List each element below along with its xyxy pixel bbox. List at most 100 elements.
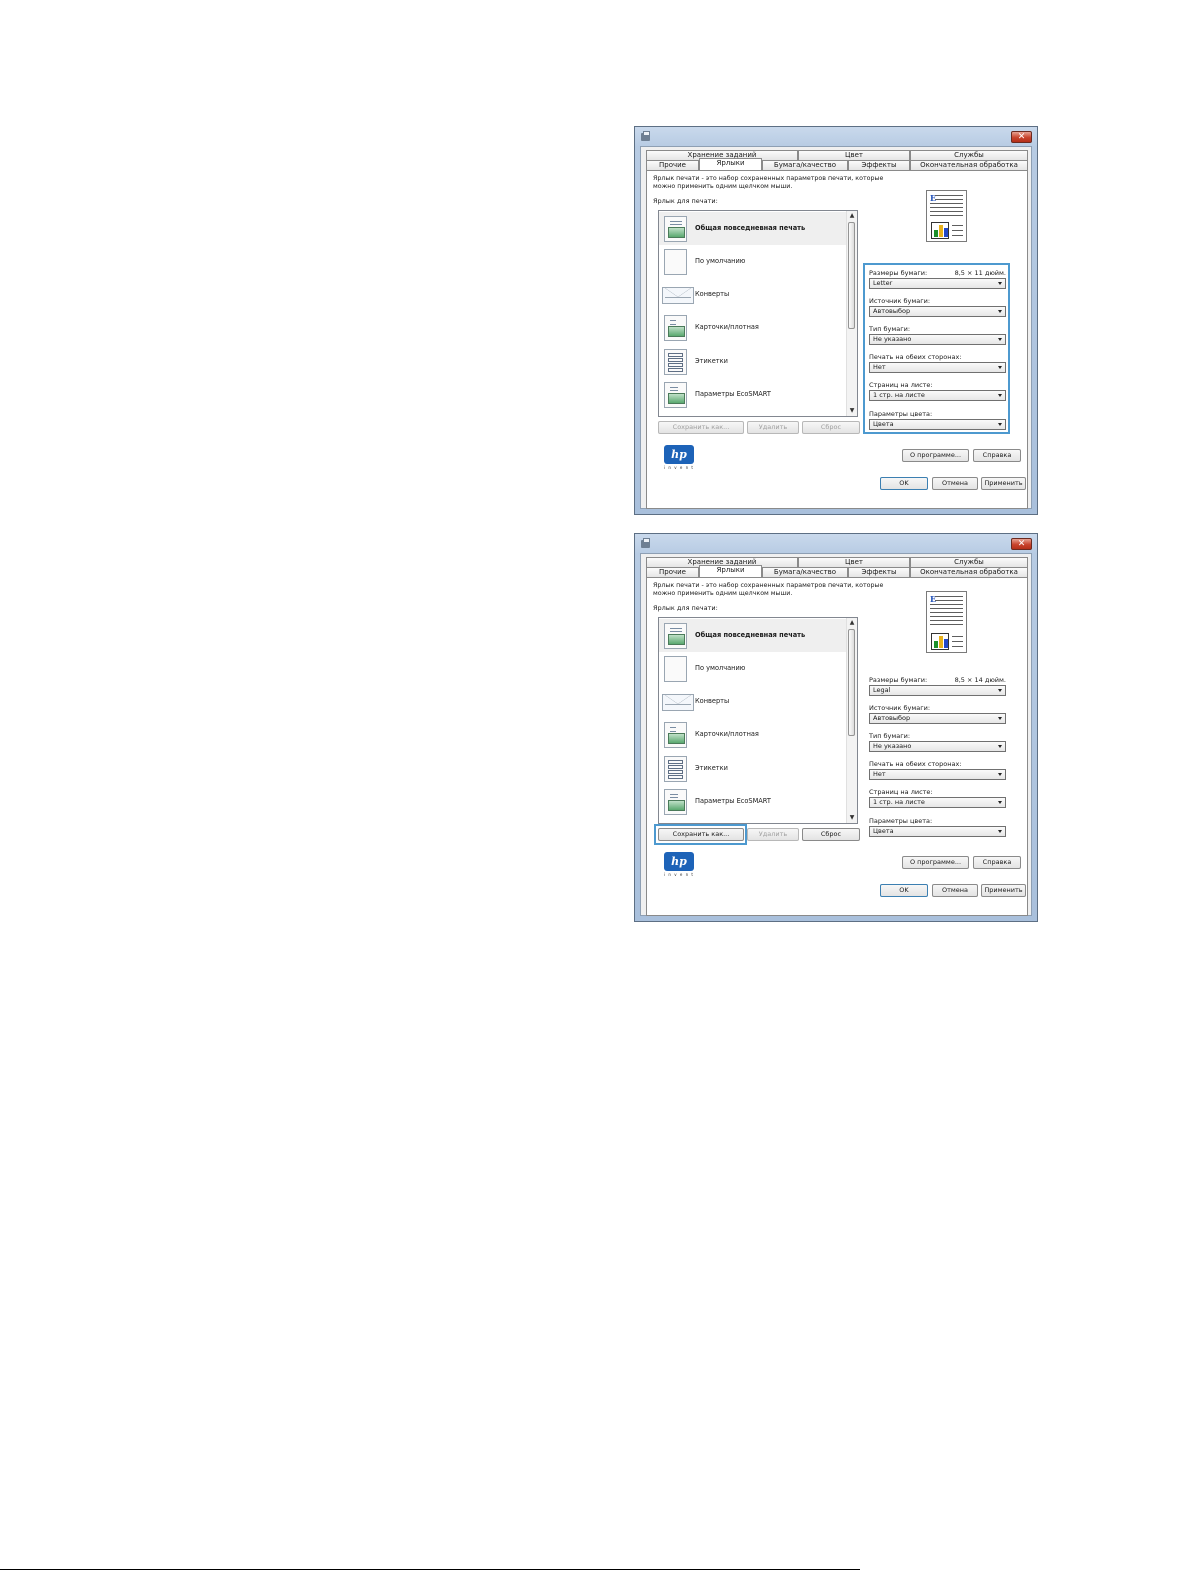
list-item-label: Карточки/плотная [695, 323, 759, 331]
shortcut-description: Ярлык печати - это набор сохраненных пар… [653, 582, 884, 597]
document-photo-icon [664, 623, 687, 649]
list-item-default[interactable]: По умолчанию [659, 245, 847, 278]
chevron-down-icon [998, 773, 1002, 776]
tab-services[interactable]: Службы [910, 150, 1028, 160]
list-item-everyday-printing[interactable]: Общая повседневная печать [659, 619, 847, 652]
tab-finishing[interactable]: Окончательная обработка [910, 567, 1028, 577]
list-scrollbar[interactable]: ▲ ▼ [846, 211, 857, 416]
apply-button[interactable]: Применить [981, 884, 1026, 897]
tab-other[interactable]: Прочие [646, 567, 699, 577]
preview-chart-icon [931, 222, 949, 239]
list-item-label: Параметры EcoSMART [695, 797, 771, 805]
dialog-body: Хранение заданий Цвет Службы Прочие Ярлы… [640, 553, 1032, 916]
list-item-default[interactable]: По умолчанию [659, 652, 847, 685]
paper-size-select[interactable]: Legal [869, 685, 1006, 696]
list-item-everyday-printing[interactable]: Общая повседневная печать [659, 212, 847, 245]
list-item-cardstock[interactable]: Карточки/плотная [659, 718, 847, 751]
save-as-button[interactable]: Сохранить как... [658, 421, 744, 434]
list-item-labels[interactable]: Этикетки [659, 752, 847, 785]
close-button[interactable]: ✕ [1011, 538, 1032, 550]
ecosmart-pages-icon [664, 789, 687, 815]
scroll-up-arrow-icon[interactable]: ▲ [847, 618, 857, 628]
tab-page: Ярлык печати - это набор сохраненных пар… [646, 577, 1028, 916]
tab-services[interactable]: Службы [910, 557, 1028, 567]
scroll-thumb[interactable] [848, 629, 855, 736]
list-item-ecosmart[interactable]: Параметры EcoSMART [659, 785, 847, 818]
apply-button[interactable]: Применить [981, 477, 1026, 490]
list-item-label: Конверты [695, 290, 730, 298]
duplex-select[interactable]: Нет [869, 769, 1006, 780]
chevron-down-icon [998, 801, 1002, 804]
tab-paper-quality[interactable]: Бумага/качество [762, 567, 848, 577]
ok-button[interactable]: OK [880, 477, 928, 490]
blank-page-icon [664, 249, 687, 275]
about-button[interactable]: О программе... [902, 449, 969, 462]
duplex-label: Печать на обеих сторонах: [869, 760, 962, 768]
scroll-down-arrow-icon[interactable]: ▼ [847, 813, 857, 823]
tab-effects[interactable]: Эффекты [848, 567, 910, 577]
delete-button[interactable]: Удалить [747, 828, 799, 841]
scroll-down-arrow-icon[interactable]: ▼ [847, 406, 857, 416]
list-item-label: По умолчанию [695, 664, 746, 672]
list-item-labels[interactable]: Этикетки [659, 345, 847, 378]
shortcut-list-label: Ярлык для печати: [653, 197, 718, 205]
blank-page-icon [664, 656, 687, 682]
paper-type-value: Не указано [873, 742, 912, 750]
shortcut-list[interactable]: Общая повседневная печать По умолчанию К… [658, 210, 858, 417]
list-item-ecosmart[interactable]: Параметры EcoSMART [659, 378, 847, 411]
help-button[interactable]: Справка [973, 856, 1021, 869]
tab-shortcuts[interactable]: Ярлыки [699, 565, 762, 577]
tab-color[interactable]: Цвет [798, 557, 910, 567]
tab-row-bottom: Прочие Ярлыки Бумага/качество Эффекты Ок… [646, 158, 1028, 170]
reset-button[interactable]: Сброс [802, 828, 860, 841]
tab-other[interactable]: Прочие [646, 160, 699, 170]
delete-button[interactable]: Удалить [747, 421, 799, 434]
chevron-down-icon [998, 717, 1002, 720]
tab-color[interactable]: Цвет [798, 150, 910, 160]
paper-size-dimensions: 8,5 × 14 дюйм. [954, 676, 1006, 684]
list-item-cardstock[interactable]: Карточки/плотная [659, 311, 847, 344]
save-as-highlight-frame [654, 824, 747, 845]
about-button[interactable]: О программе... [902, 856, 969, 869]
list-item-envelopes[interactable]: Конверты [659, 278, 847, 311]
printer-icon [641, 131, 650, 141]
color-options-value: Цвета [873, 827, 894, 835]
paper-source-select[interactable]: Автовыбор [869, 713, 1006, 724]
color-options-label: Параметры цвета: [869, 817, 933, 825]
scroll-up-arrow-icon[interactable]: ▲ [847, 211, 857, 221]
document-photo-icon [664, 216, 687, 242]
list-scrollbar[interactable]: ▲ ▼ [846, 618, 857, 823]
reset-button[interactable]: Сброс [802, 421, 860, 434]
labels-sheet-icon [664, 349, 687, 375]
tab-shortcuts[interactable]: Ярлыки [699, 158, 762, 170]
shortcut-description: Ярлык печати - это набор сохраненных пар… [653, 175, 884, 190]
help-button[interactable]: Справка [973, 449, 1021, 462]
page-preview: E [926, 190, 967, 242]
shortcut-list[interactable]: Общая повседневная печать По умолчанию К… [658, 617, 858, 824]
ok-button[interactable]: OK [880, 884, 928, 897]
close-button[interactable]: ✕ [1011, 131, 1032, 143]
paper-size-label: Размеры бумаги: [869, 676, 928, 684]
tab-finishing[interactable]: Окончательная обработка [910, 160, 1028, 170]
scroll-thumb[interactable] [848, 222, 855, 329]
page-preview: E [926, 591, 967, 653]
tab-effects[interactable]: Эффекты [848, 160, 910, 170]
list-item-envelopes[interactable]: Конверты [659, 685, 847, 718]
pages-per-sheet-select[interactable]: 1 стр. на листе [869, 797, 1006, 808]
paper-source-label: Источник бумаги: [869, 704, 931, 712]
paper-type-select[interactable]: Не указано [869, 741, 1006, 752]
tab-paper-quality[interactable]: Бумага/качество [762, 160, 848, 170]
chevron-down-icon [998, 830, 1002, 833]
shortcut-list-label: Ярлык для печати: [653, 604, 718, 612]
hp-logo: hp [664, 445, 694, 464]
card-photo-icon [664, 722, 687, 748]
preview-chart-icon [931, 633, 949, 650]
list-item-label: Общая повседневная печать [695, 631, 806, 639]
hp-tagline: i n v e n t [664, 465, 694, 470]
dialog-body: Хранение заданий Цвет Службы Прочие Ярлы… [640, 146, 1032, 509]
list-item-label: Общая повседневная печать [695, 224, 806, 232]
paper-size-value: Legal [873, 686, 891, 694]
cancel-button[interactable]: Отмена [932, 884, 978, 897]
color-options-select[interactable]: Цвета [869, 826, 1006, 837]
cancel-button[interactable]: Отмена [932, 477, 978, 490]
